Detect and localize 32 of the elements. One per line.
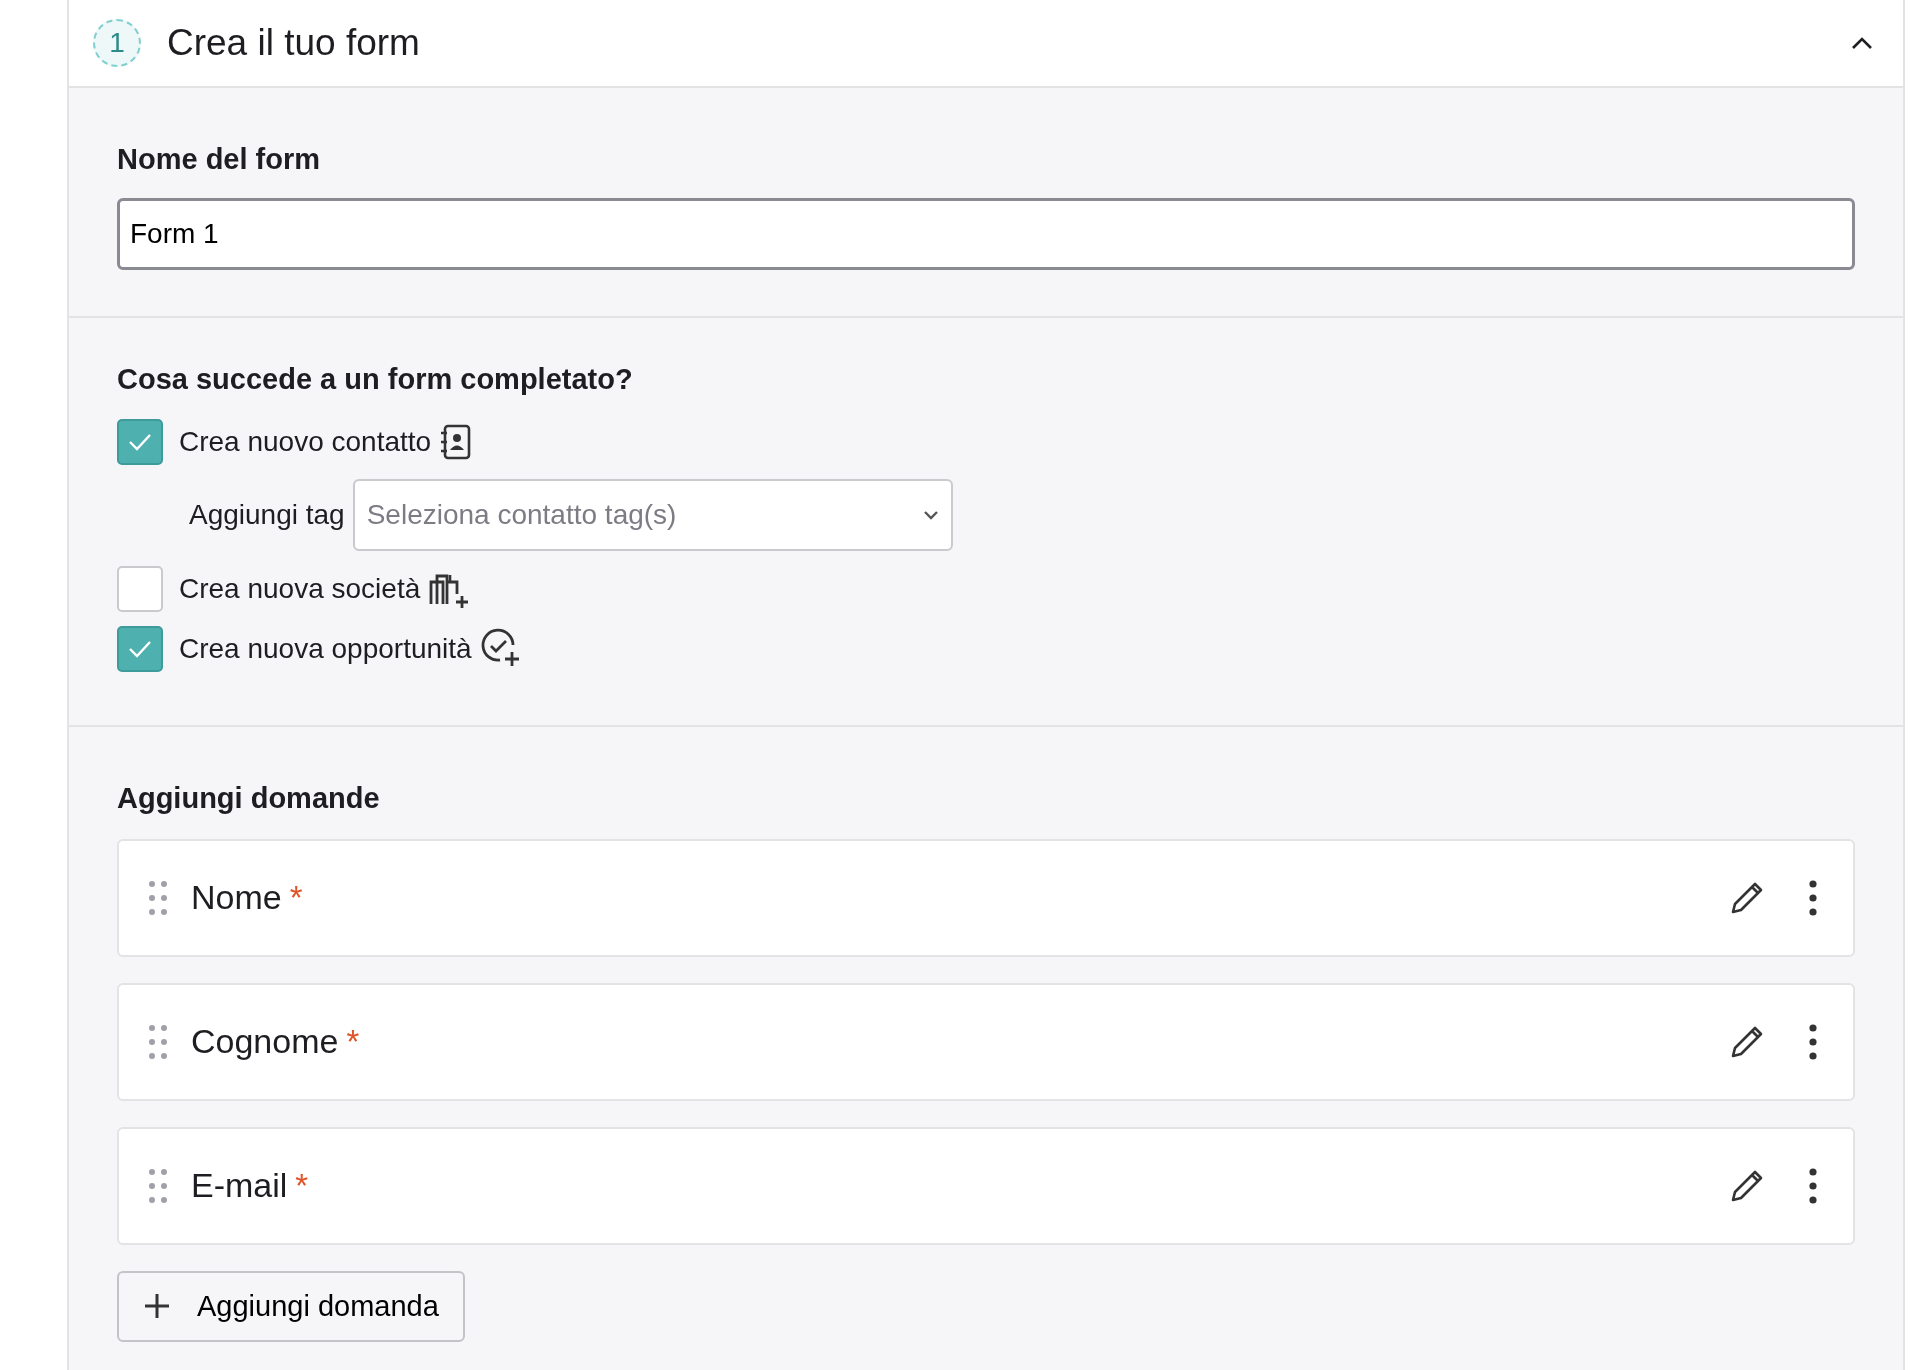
chevron-icon[interactable] (1851, 35, 1873, 51)
form-name-field[interactable]: Form 1 (117, 197, 1855, 270)
checkbox[interactable] (117, 566, 163, 612)
chevron-icon (922, 510, 939, 520)
required-mark: * (289, 877, 303, 918)
question-label: Nome (191, 877, 282, 918)
add-question-button[interactable]: Aggiungi domanda (117, 1270, 465, 1342)
drag-handle-icon[interactable] (149, 1024, 167, 1059)
section-heading: Aggiungi domande (117, 781, 381, 816)
plus-icon (143, 1292, 171, 1321)
more-icon[interactable] (1809, 1023, 1817, 1060)
option-label: Crea nuova società (179, 572, 421, 606)
required-mark: * (346, 1021, 360, 1062)
check-icon (128, 433, 152, 451)
checkbox[interactable] (117, 626, 163, 672)
section-heading: Cosa succede a un form completato? (117, 361, 634, 397)
tag-select[interactable]: Seleziona contatto tag(s) (352, 479, 953, 551)
step-number: 1 (93, 19, 141, 67)
question-label: E-mail (191, 1165, 288, 1206)
required-mark: * (295, 1165, 309, 1206)
checkbox[interactable] (117, 419, 163, 465)
check-icon (128, 640, 152, 658)
section-title: Crea il tuo form (167, 21, 420, 66)
option-label: Crea nuova opportunità (179, 632, 472, 666)
tag-label: Aggiungi tag (189, 498, 345, 532)
option-label: Crea nuovo contatto (179, 425, 432, 459)
field-label: Nome del form (117, 142, 322, 177)
question-label: Cognome (191, 1021, 339, 1062)
drag-handle-icon[interactable] (149, 1168, 167, 1203)
more-icon[interactable] (1809, 879, 1817, 916)
more-icon[interactable] (1809, 1167, 1817, 1204)
drag-handle-icon[interactable] (149, 880, 167, 915)
